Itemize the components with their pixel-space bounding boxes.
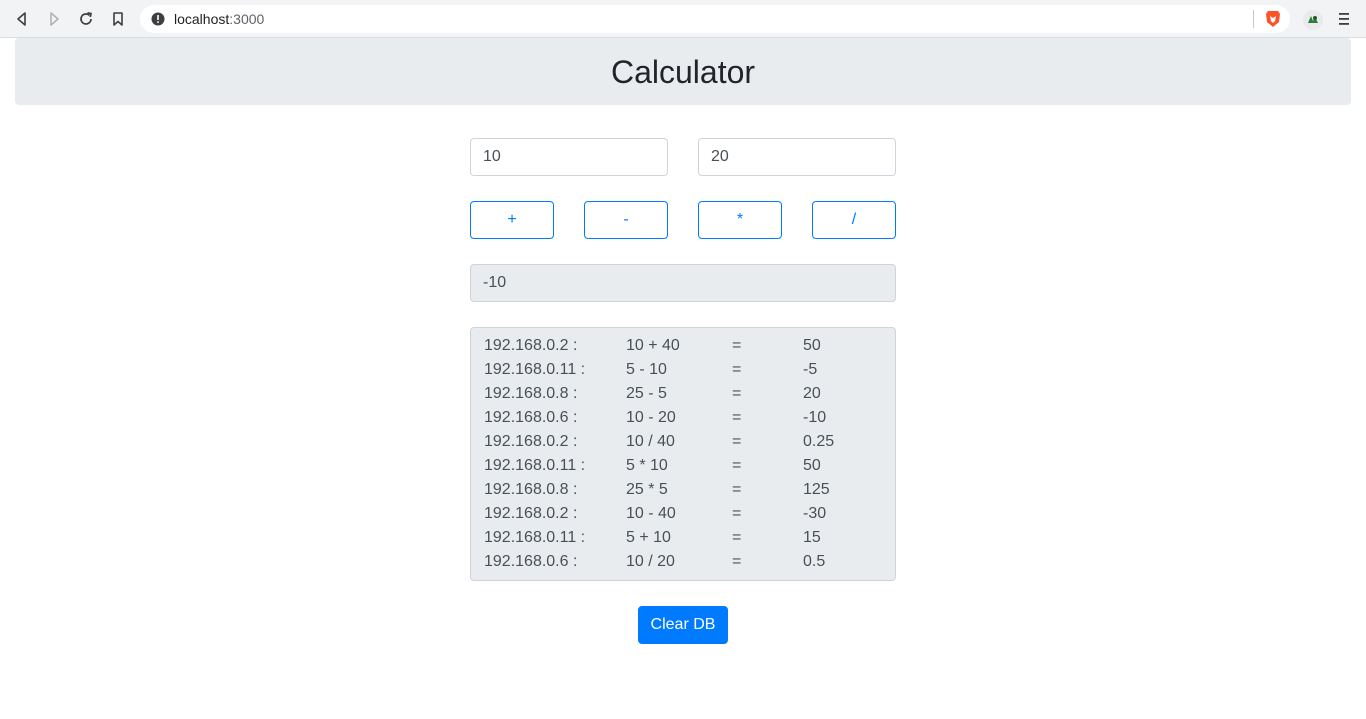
first-number-input[interactable]: 10 (470, 138, 668, 176)
history-result: 20 (803, 385, 821, 402)
add-button[interactable]: + (470, 201, 554, 239)
history-result: 125 (803, 481, 830, 498)
menu-icon[interactable] (1334, 9, 1354, 29)
subtract-button[interactable]: - (584, 201, 668, 239)
brave-shields-icon[interactable] (1263, 9, 1283, 29)
second-number-input[interactable]: 20 (698, 138, 896, 176)
history-list: 192.168.0.2 : 10 + 40 = 50 192.168.0.11 : 5 … (470, 327, 896, 581)
history-result: 0.25 (803, 433, 835, 450)
history-result: 50 (803, 457, 821, 474)
history-ip: 192.168.0.2 : (484, 505, 578, 522)
history-ip: 192.168.0.11 : (484, 529, 586, 546)
history-result: -30 (803, 505, 827, 522)
history-equals: = (732, 361, 742, 378)
history-equals: = (732, 337, 742, 354)
history-equals: = (732, 409, 742, 426)
history-expression: 25 - 5 (626, 385, 667, 402)
history-row: 192.168.0.11 : 5 + 10 = 15 (471, 526, 895, 550)
history-equals: = (732, 433, 742, 450)
history-row: 192.168.0.11 : 5 - 10 = -5 (471, 358, 895, 382)
divide-button[interactable]: / (812, 201, 896, 239)
history-row: 192.168.0.6 : 10 - 20 = -10 (471, 406, 895, 430)
history-row: 192.168.0.2 : 10 / 40 = 0.25 (471, 430, 895, 454)
extension-icon[interactable] (1302, 9, 1324, 31)
history-equals: = (732, 457, 742, 474)
history-expression: 5 * 10 (626, 457, 668, 474)
history-equals: = (732, 481, 742, 498)
history-result: 50 (803, 337, 821, 354)
history-row: 192.168.0.11 : 5 * 10 = 50 (471, 454, 895, 478)
multiply-button[interactable]: * (698, 201, 782, 239)
url-port: :3000 (229, 11, 265, 27)
result-display: -10 (470, 264, 896, 302)
history-row: 192.168.0.8 : 25 * 5 = 125 (471, 478, 895, 502)
history-equals: = (732, 505, 742, 522)
history-expression: 10 / 20 (626, 553, 675, 570)
history-expression: 10 + 40 (626, 337, 680, 354)
browser-toolbar: localhost:3000 (0, 0, 1366, 38)
history-row: 192.168.0.2 : 10 + 40 = 50 (471, 334, 895, 358)
history-result: 15 (803, 529, 821, 546)
history-ip: 192.168.0.8 : (484, 481, 578, 498)
history-ip: 192.168.0.6 : (484, 553, 578, 570)
history-ip: 192.168.0.6 : (484, 409, 578, 426)
reload-icon[interactable] (75, 8, 97, 30)
url-text: localhost:3000 (174, 11, 264, 27)
history-ip: 192.168.0.8 : (484, 385, 578, 402)
address-bar[interactable]: localhost:3000 (140, 5, 1290, 33)
history-row: 192.168.0.2 : 10 - 40 = -30 (471, 502, 895, 526)
history-expression: 10 - 40 (626, 505, 676, 522)
history-ip: 192.168.0.11 : (484, 361, 586, 378)
history-result: -10 (803, 409, 827, 426)
forward-icon[interactable] (43, 8, 65, 30)
history-ip: 192.168.0.2 : (484, 433, 578, 450)
history-ip: 192.168.0.11 : (484, 457, 586, 474)
history-equals: = (732, 385, 742, 402)
history-row: 192.168.0.6 : 10 / 20 = 0.5 (471, 550, 895, 574)
url-host: localhost (174, 11, 230, 27)
history-equals: = (732, 529, 742, 546)
site-info-icon[interactable] (151, 12, 165, 26)
clear-db-button[interactable]: Clear DB (638, 606, 728, 644)
history-result: 0.5 (803, 553, 826, 570)
header-jumbotron: Calculator (15, 38, 1351, 105)
history-expression: 25 * 5 (626, 481, 668, 498)
history-ip: 192.168.0.2 : (484, 337, 578, 354)
history-expression: 10 - 20 (626, 409, 676, 426)
history-equals: = (732, 553, 742, 570)
bookmark-icon[interactable] (107, 8, 129, 30)
back-icon[interactable] (11, 8, 33, 30)
history-row: 192.168.0.8 : 25 - 5 = 20 (471, 382, 895, 406)
page-title: Calculator (610, 53, 756, 90)
history-expression: 10 / 40 (626, 433, 675, 450)
history-result: -5 (803, 361, 818, 378)
address-separator (1253, 10, 1254, 28)
history-expression: 5 - 10 (626, 361, 667, 378)
history-expression: 5 + 10 (626, 529, 671, 546)
